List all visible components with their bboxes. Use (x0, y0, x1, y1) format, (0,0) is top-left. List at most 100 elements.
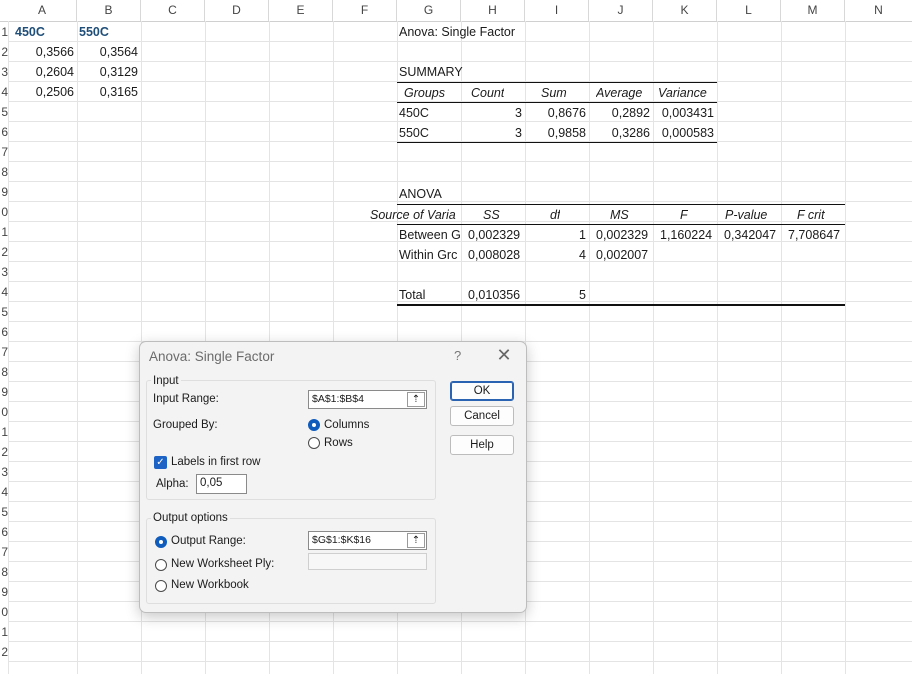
anova-total-label[interactable]: Total (399, 285, 425, 305)
row-header[interactable]: 7 (0, 342, 8, 362)
row-header[interactable]: 0 (0, 402, 8, 422)
row-header[interactable]: 3 (0, 62, 8, 82)
anova-header-ss[interactable]: SS (483, 205, 500, 225)
anova-header-pvalue[interactable]: P-value (725, 205, 767, 225)
anova-total-ss[interactable]: 0,010356 (468, 285, 520, 305)
anova-between-pvalue[interactable]: 0,342047 (724, 225, 776, 245)
cell-a2[interactable]: 0,3566 (8, 42, 74, 62)
anova-label[interactable]: ANOVA (399, 184, 442, 204)
summary-group-550c[interactable]: 550C (399, 123, 429, 143)
new-workbook-radio[interactable] (155, 580, 167, 592)
row-header[interactable]: 1 (0, 622, 8, 642)
close-icon[interactable]: ✕ (496, 346, 512, 364)
output-range-label[interactable]: Output Range: (171, 535, 246, 547)
row-header[interactable]: 8 (0, 562, 8, 582)
row-header[interactable]: 3 (0, 462, 8, 482)
row-header[interactable]: 8 (0, 362, 8, 382)
columns-radio-label[interactable]: Columns (324, 419, 369, 431)
cell-a4[interactable]: 0,2506 (8, 82, 74, 102)
column-header-h[interactable]: H (461, 0, 525, 21)
row-header[interactable]: 4 (0, 82, 8, 102)
new-worksheet-ply-field[interactable] (308, 553, 427, 570)
row-header[interactable]: 8 (0, 162, 8, 182)
column-header-l[interactable]: L (717, 0, 781, 21)
summary-average[interactable]: 0,3286 (589, 123, 650, 143)
anova-between-df[interactable]: 1 (525, 225, 586, 245)
column-header-e[interactable]: E (269, 0, 333, 21)
row-header[interactable]: 1 (0, 22, 8, 42)
anova-header-source[interactable]: Source of Varia (370, 205, 461, 225)
summary-sum[interactable]: 0,9858 (525, 123, 586, 143)
cell-b2[interactable]: 0,3564 (77, 42, 138, 62)
row-header[interactable]: 1 (0, 222, 8, 242)
anova-between-ms[interactable]: 0,002329 (596, 225, 648, 245)
alpha-field[interactable]: 0,05 (196, 474, 247, 494)
anova-title[interactable]: Anova: Single Factor (399, 22, 515, 42)
columns-radio[interactable] (308, 419, 320, 431)
row-header[interactable]: 0 (0, 602, 8, 622)
input-range-field[interactable]: $A$1:$B$4 ⇡ (308, 390, 427, 409)
row-header[interactable]: 2 (0, 42, 8, 62)
row-header[interactable]: 6 (0, 122, 8, 142)
column-header-i[interactable]: I (525, 0, 589, 21)
row-header[interactable]: 3 (0, 262, 8, 282)
anova-header-fcrit[interactable]: F crit (797, 205, 825, 225)
new-worksheet-ply-label[interactable]: New Worksheet Ply: (171, 558, 274, 570)
anova-within-ms[interactable]: 0,002007 (596, 245, 648, 265)
ok-button[interactable]: OK (450, 381, 514, 401)
column-header-n[interactable]: N (845, 0, 912, 21)
summary-header-count[interactable]: Count (471, 83, 504, 103)
column-header-m[interactable]: M (781, 0, 845, 21)
anova-within-ss[interactable]: 0,008028 (468, 245, 520, 265)
row-header[interactable]: 2 (0, 242, 8, 262)
row-header[interactable]: 5 (0, 302, 8, 322)
summary-count[interactable]: 3 (461, 123, 522, 143)
collapse-arrow-icon[interactable]: ⇡ (407, 392, 425, 407)
help-button[interactable]: Help (450, 435, 514, 455)
row-header[interactable]: 7 (0, 142, 8, 162)
anova-header-ms[interactable]: MS (610, 205, 629, 225)
help-icon[interactable]: ? (454, 348, 461, 363)
collapse-arrow-icon[interactable]: ⇡ (407, 533, 425, 548)
column-header-c[interactable]: C (141, 0, 205, 21)
row-header[interactable]: 0 (0, 202, 8, 222)
summary-header-average[interactable]: Average (596, 83, 642, 103)
summary-group-450c[interactable]: 450C (399, 103, 429, 123)
column-header-f[interactable]: F (333, 0, 397, 21)
cell-a1[interactable]: 450C (15, 22, 45, 42)
row-header[interactable]: 2 (0, 642, 8, 662)
summary-average[interactable]: 0,2892 (589, 103, 650, 123)
rows-radio-label[interactable]: Rows (324, 437, 353, 449)
cell-b3[interactable]: 0,3129 (77, 62, 138, 82)
summary-count[interactable]: 3 (461, 103, 522, 123)
anova-header-f[interactable]: F (680, 205, 688, 225)
cell-b1[interactable]: 550C (79, 22, 109, 42)
anova-between-label[interactable]: Between G (399, 225, 461, 245)
summary-header-groups[interactable]: Groups (404, 83, 445, 103)
summary-label[interactable]: SUMMARY (399, 62, 463, 82)
anova-within-df[interactable]: 4 (525, 245, 586, 265)
column-header-k[interactable]: K (653, 0, 717, 21)
rows-radio[interactable] (308, 437, 320, 449)
column-header-g[interactable]: G (397, 0, 461, 21)
row-header[interactable]: 6 (0, 322, 8, 342)
summary-header-sum[interactable]: Sum (541, 83, 567, 103)
row-header[interactable]: 9 (0, 582, 8, 602)
summary-variance[interactable]: 0,003431 (653, 103, 714, 123)
row-header[interactable]: 4 (0, 282, 8, 302)
anova-between-f[interactable]: 1,160224 (660, 225, 712, 245)
anova-between-ss[interactable]: 0,002329 (468, 225, 520, 245)
labels-first-row-label[interactable]: Labels in first row (171, 456, 260, 468)
summary-header-variance[interactable]: Variance (658, 83, 707, 103)
cell-a3[interactable]: 0,2604 (8, 62, 74, 82)
row-header[interactable]: 6 (0, 522, 8, 542)
output-range-radio[interactable] (155, 536, 167, 548)
new-workbook-label[interactable]: New Workbook (171, 579, 249, 591)
anova-within-label[interactable]: Within Grc (399, 245, 461, 265)
labels-first-row-checkbox[interactable]: ✓ (154, 456, 167, 469)
row-header[interactable]: 9 (0, 182, 8, 202)
row-header[interactable]: 7 (0, 542, 8, 562)
row-header[interactable]: 5 (0, 502, 8, 522)
summary-sum[interactable]: 0,8676 (525, 103, 586, 123)
cell-b4[interactable]: 0,3165 (77, 82, 138, 102)
